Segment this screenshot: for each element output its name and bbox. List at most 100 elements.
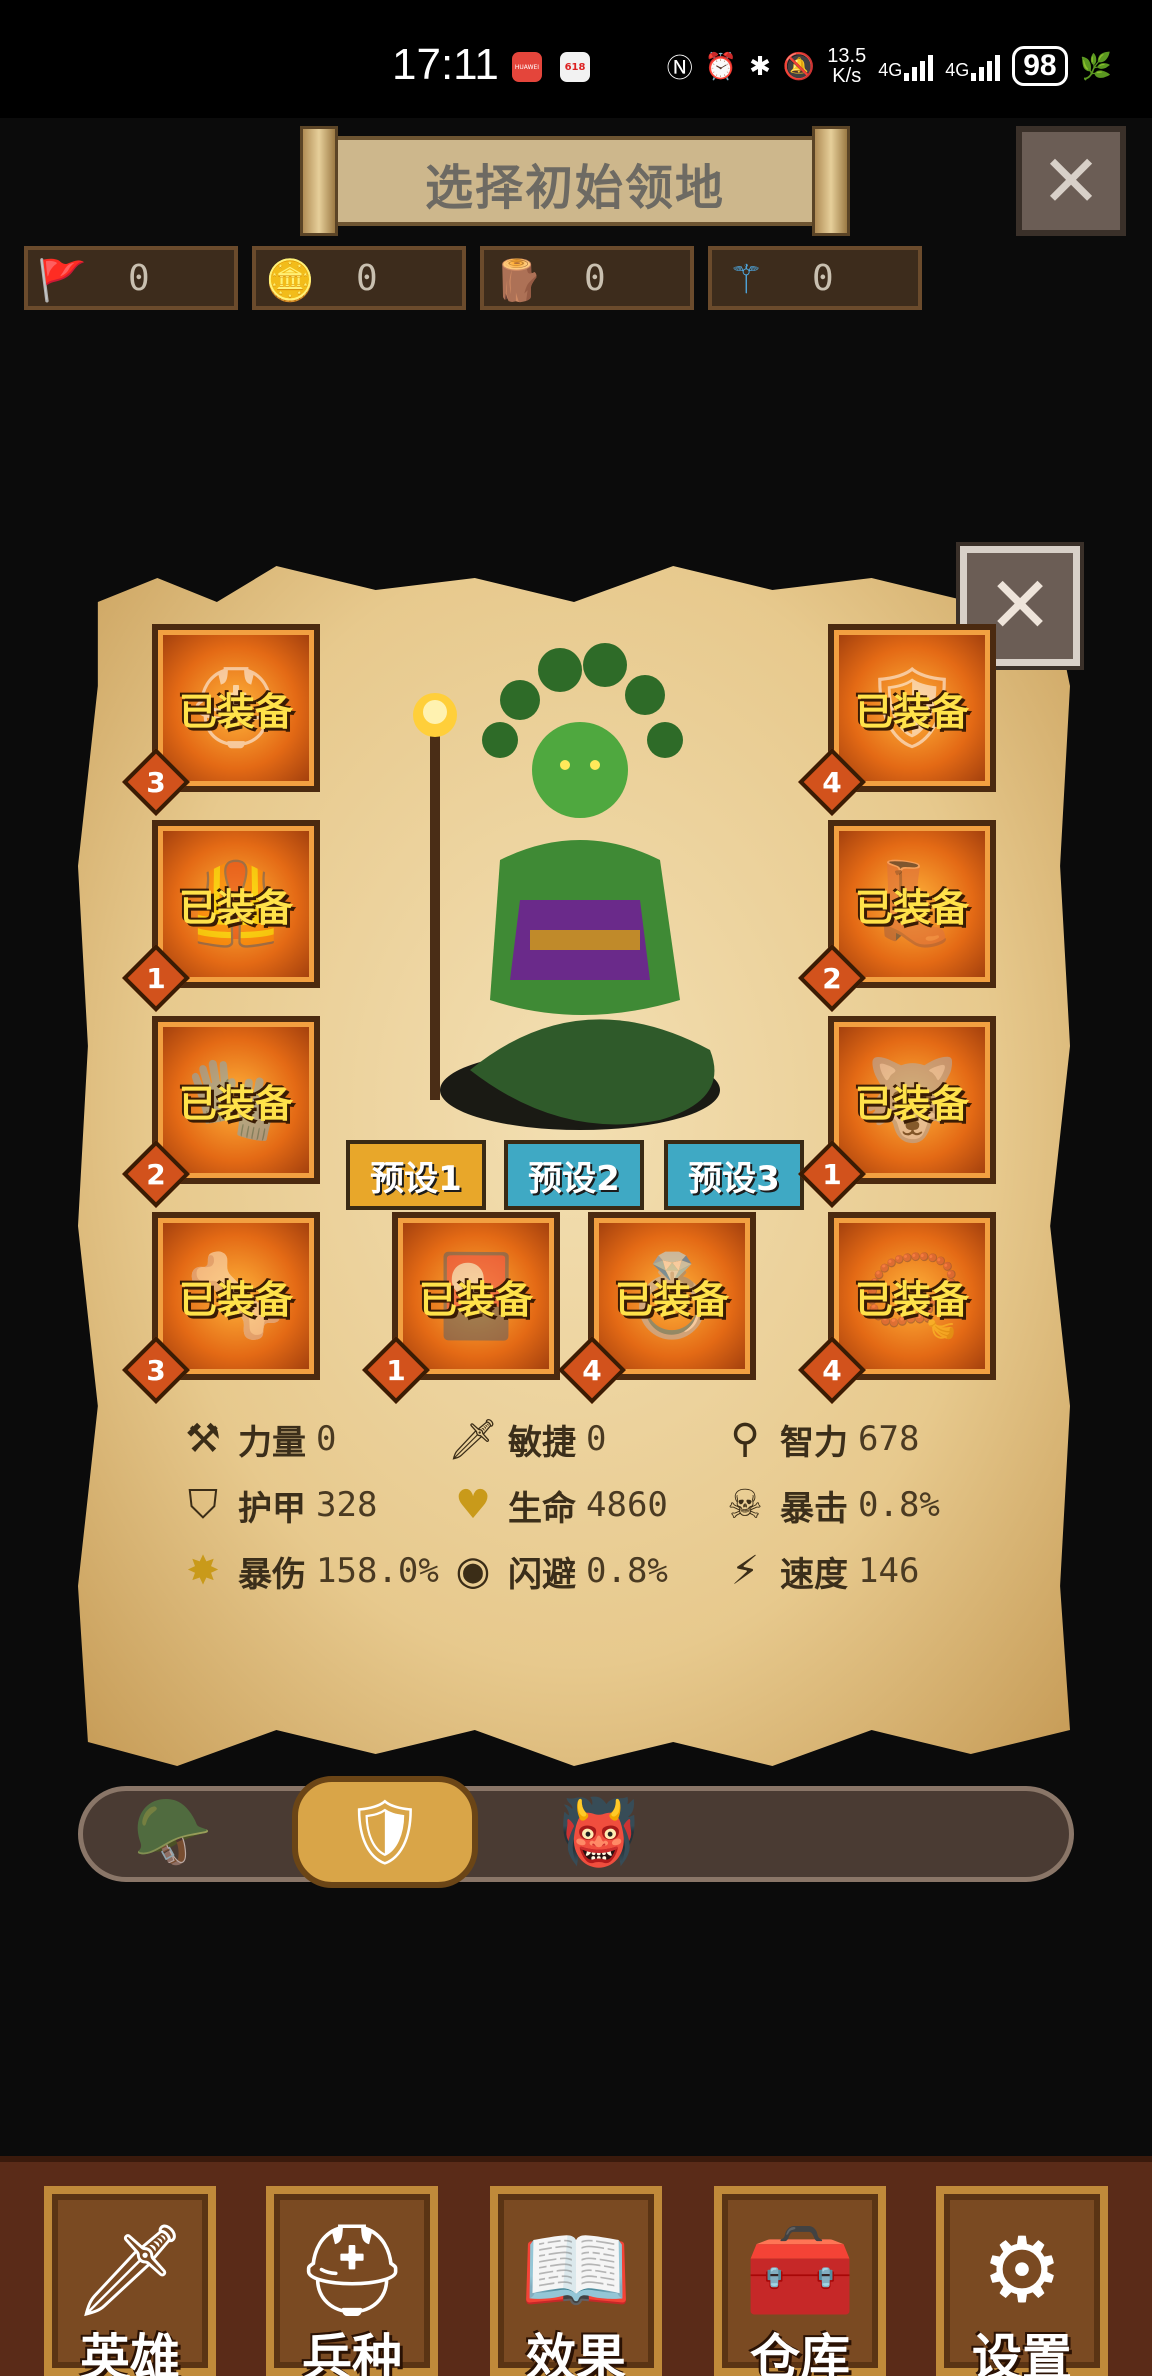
preset-3-button[interactable]: 预设3 [664,1140,804,1210]
equipment-slot-card[interactable]: 🎴 已装备 1 [362,1212,560,1404]
nav-label: 效果 [526,2329,626,2376]
burst-icon: ✸ [186,1548,220,1594]
stat-value: 678 [858,1419,920,1459]
page-title: 选择初始领地 [424,160,725,216]
stat-value: 328 [316,1485,378,1525]
equipment-slot-mount[interactable]: 🐺 已装备 1 [798,1016,996,1208]
shopping-app-icon: 618 [560,52,590,82]
stat-health: ♥ 生命 4860 [448,1480,668,1530]
heart-icon: ♥ [455,1482,491,1528]
hero-tab-orc[interactable]: 👹 [544,1776,654,1888]
equipment-slot-weapon[interactable]: 🦴 已装备 3 [122,1212,320,1404]
net-type-1: 4G [878,60,903,80]
preset-2-button[interactable]: 预设2 [504,1140,644,1210]
level-value: 3 [146,1353,166,1387]
equipped-label: 已装备 [178,689,293,734]
signal-bars-1-icon [904,51,934,81]
stat-crit-damage: ✸ 暴伤 158.0% [178,1546,439,1596]
huawei-app-icon: HUAWEI [512,52,542,82]
stat-label: 力量 [238,1422,306,1463]
stat-armor: ⛉ 护甲 328 [178,1480,377,1530]
stat-speed: ⚡ 速度 146 [720,1546,919,1596]
equipment-slot-boots[interactable]: 👢 已装备 2 [798,820,996,1012]
equipment-slot-amulet[interactable]: 📿 已装备 4 [798,1212,996,1404]
level-value: 4 [822,1353,842,1387]
crest-shield-icon: 🛡 [344,1795,426,1870]
nav-storage-button[interactable]: 🧰 仓库 [714,2186,886,2376]
eye-icon: ◉ [455,1548,491,1594]
nav-label: 兵种 [302,2329,402,2376]
banner-person-icon: 🚩 [37,257,87,304]
medusa-hero-portrait [413,643,720,1130]
stat-label: 智力 [780,1422,848,1463]
stat-value: 146 [858,1551,920,1591]
stat-value: 0 [586,1419,607,1459]
stat-label: 暴击 [780,1488,848,1529]
status-right: Ⓝ ⏰ ✱ 🔕 13.5 K/s 4G 4G 98 🌿 [667,46,1112,86]
resource-mana: ⚚ 0 [708,246,922,310]
equipped-label: 已装备 [178,885,293,930]
sword-icon: 🗡 [72,2218,188,2323]
nav-label: 英雄 [80,2329,180,2376]
shopping-badge-text: 618 [564,61,586,73]
stat-label: 护甲 [238,1488,306,1529]
signal-2: 4G [945,51,1001,81]
nav-settings-button[interactable]: ⚙ 设置 [936,2186,1108,2376]
equipment-slot-gauntlet[interactable]: 🧤 已装备 2 [122,1016,320,1208]
equipped-label: 已装备 [614,1277,729,1322]
net-speed-unit: K/s [832,65,862,87]
equipment-slot-armor[interactable]: 🦺 已装备 1 [122,820,320,1012]
level-value: 1 [386,1353,406,1387]
wand-icon: ⚲ [730,1416,760,1462]
resource-value: 0 [128,258,150,299]
treasure-chest-icon: 🧰 [743,2218,857,2323]
level-value: 4 [582,1353,602,1387]
net-speed-value: 13.5 [827,45,867,67]
spellbook-icon: 📖 [519,2218,633,2323]
close-icon: ✕ [1040,139,1102,223]
resource-gold: 🪙 0 [252,246,466,310]
preset-1-button[interactable]: 预设1 [346,1140,486,1210]
nav-troops-button[interactable]: ⛑ 兵种 [266,2186,438,2376]
bluetooth-icon: ✱ [749,50,771,81]
equipped-label: 已装备 [178,1277,293,1322]
stat-crit: ☠ 暴击 0.8% [720,1480,940,1530]
stat-value: 158.0% [316,1551,439,1591]
level-value: 1 [146,961,166,995]
huawei-badge-text: HUAWEI [514,63,540,71]
stat-label: 速度 [780,1554,848,1595]
close-icon: ✕ [987,561,1053,651]
equipment-slot-helmet[interactable]: ⛑ 已装备 3 [122,624,320,816]
stat-value: 0.8% [586,1551,668,1591]
net-speed: 13.5 K/s [827,46,866,86]
skull-icon: ☠ [727,1482,763,1528]
equipped-label: 已装备 [418,1277,533,1322]
level-value: 2 [146,1157,166,1191]
equipped-label: 已装备 [178,1081,293,1126]
stat-value: 0 [316,1419,337,1459]
spartan-helmet-icon: ⛑ [294,2218,410,2323]
stat-value: 4860 [586,1485,668,1525]
stat-label: 暴伤 [238,1554,306,1595]
equipped-label: 已装备 [854,1277,969,1322]
nav-effects-button[interactable]: 📖 效果 [490,2186,662,2376]
equipment-slot-ring[interactable]: 💍 已装备 4 [558,1212,756,1404]
resource-value: 0 [584,258,606,299]
stat-label: 闪避 [508,1554,576,1595]
orc-warrior-icon: 👹 [559,1795,639,1870]
stat-label: 敏捷 [508,1422,576,1463]
signal-bars-2-icon [971,51,1001,81]
gold-coins-icon: 🪙 [265,257,315,304]
stat-label: 生命 [508,1488,576,1529]
close-button[interactable]: ✕ [1016,126,1126,236]
equipment-slot-shield[interactable]: 🛡 已装备 4 [798,624,996,816]
nfc-icon: Ⓝ [666,52,693,83]
net-type-2: 4G [945,60,970,80]
hero-tab-crest[interactable]: 🛡 [292,1776,478,1888]
lightning-icon: ⚡ [730,1548,760,1594]
hero-tab-knight[interactable]: 🪖 [118,1776,228,1888]
stat-strength: ⚒ 力量 0 [178,1414,336,1464]
resource-population: 🚩 0 [24,246,238,310]
nav-hero-button[interactable]: 🗡 英雄 [44,2186,216,2376]
level-value: 2 [822,961,842,995]
